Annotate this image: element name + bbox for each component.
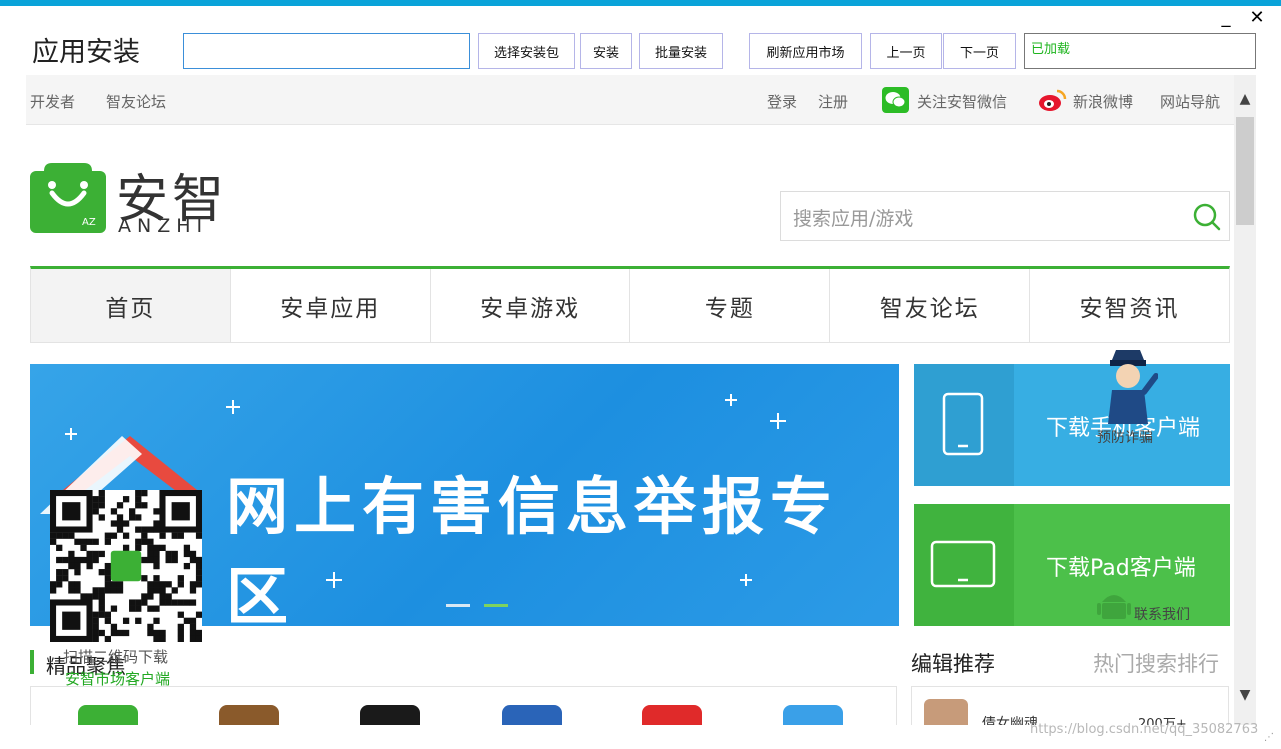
refresh-market-button[interactable]: 刷新应用市场 [749,33,862,69]
resize-grip-icon[interactable]: ⋰ [1264,732,1274,743]
wechat-icon [882,87,909,113]
window-top-border [0,0,1281,6]
app-icon-game3[interactable] [783,705,843,725]
scroll-up-icon[interactable]: ▲ [1234,91,1256,109]
weibo-link[interactable]: 新浪微博 [1073,91,1133,112]
editor-rec-box: 倩女幽魂 200万+ [911,686,1229,725]
scroll-thumb[interactable] [1236,117,1254,225]
web-view: 开发者 智友论坛 登录 注册 关注安智微信 新浪微博 网站导航 AZ 安智 AN… [26,75,1234,725]
banner-title: 网上有害信息举报专区 [226,470,839,626]
qr-code [50,490,203,643]
rec-thumb[interactable] [924,699,968,725]
install-button[interactable]: 安装 [580,33,632,69]
contact-us-label[interactable]: 联系我们 [1134,604,1190,624]
phone-icon [942,392,984,456]
developer-link[interactable]: 开发者 [30,91,75,112]
logo-badge: AZ [82,217,96,228]
batch-install-button[interactable]: 批量安装 [639,33,723,69]
app-icon-anzhi[interactable] [78,705,138,725]
tab-android-apps[interactable]: 安卓应用 [231,269,431,342]
app-icon-game1[interactable] [219,705,279,725]
watermark: https://blog.csdn.net/qq_35082763 [1030,722,1259,737]
featured-apps-row [30,686,897,725]
tab-news[interactable]: 安智资讯 [1030,269,1229,342]
download-phone-card[interactable]: 下载手机客户端 [914,364,1230,486]
site-nav-link[interactable]: 网站导航 [1160,91,1220,112]
section-editor-title[interactable]: 编辑推荐 [911,648,995,678]
scroll-down-icon[interactable]: ▼ [1234,687,1256,705]
main-nav: 首页 安卓应用 安卓游戏 专题 智友论坛 安智资讯 [30,266,1230,343]
tab-home[interactable]: 首页 [31,269,231,342]
carousel-dot[interactable] [446,604,470,607]
wechat-follow-link[interactable]: 关注安智微信 [917,91,1007,112]
next-page-button[interactable]: 下一页 [943,33,1016,69]
site-top-strip: 开发者 智友论坛 登录 注册 关注安智微信 新浪微博 网站导航 [26,75,1234,125]
search-icon[interactable] [1193,203,1221,231]
tab-topics[interactable]: 专题 [630,269,831,342]
minimize-button[interactable]: _ [1218,8,1234,28]
app-title: 应用安装 [32,37,140,68]
tab-android-games[interactable]: 安卓游戏 [431,269,631,342]
package-path-input[interactable] [183,33,470,69]
tablet-icon [930,540,996,588]
site-search-box[interactable]: 搜索应用/游戏 [780,191,1230,241]
login-link[interactable]: 登录 [767,91,797,112]
carousel-dot-active[interactable] [484,604,508,607]
download-pad-label: 下载Pad客户端 [1046,556,1196,581]
section-hot-title[interactable]: 热门搜索排行 [1093,648,1219,678]
section-bar [30,650,34,674]
qr-caption-app: 安智市场客户端 [65,670,171,688]
close-button[interactable]: ✕ [1248,8,1266,28]
select-package-button[interactable]: 选择安装包 [478,33,575,69]
app-icon-tiktok[interactable] [360,705,420,725]
police-mascot-icon[interactable] [1098,346,1159,426]
app-icon-game2[interactable] [502,705,562,725]
anzhi-logo-icon[interactable]: AZ [30,163,106,233]
forum-link[interactable]: 智友论坛 [106,91,166,112]
qr-caption: 扫描二维码下载 [63,648,169,666]
status-box: 已加载 [1024,33,1256,69]
android-icon[interactable] [1097,586,1131,624]
fraud-prevention-label[interactable]: 预防诈骗 [1097,427,1153,447]
app-icon-red[interactable] [642,705,702,725]
weibo-icon [1037,87,1067,113]
register-link[interactable]: 注册 [818,91,848,112]
tab-forum[interactable]: 智友论坛 [830,269,1031,342]
logo-subtext: ANZHI [118,215,209,237]
scrollbar[interactable]: ▲ ▼ [1234,75,1256,725]
site-search-placeholder: 搜索应用/游戏 [793,208,914,230]
prev-page-button[interactable]: 上一页 [870,33,942,69]
